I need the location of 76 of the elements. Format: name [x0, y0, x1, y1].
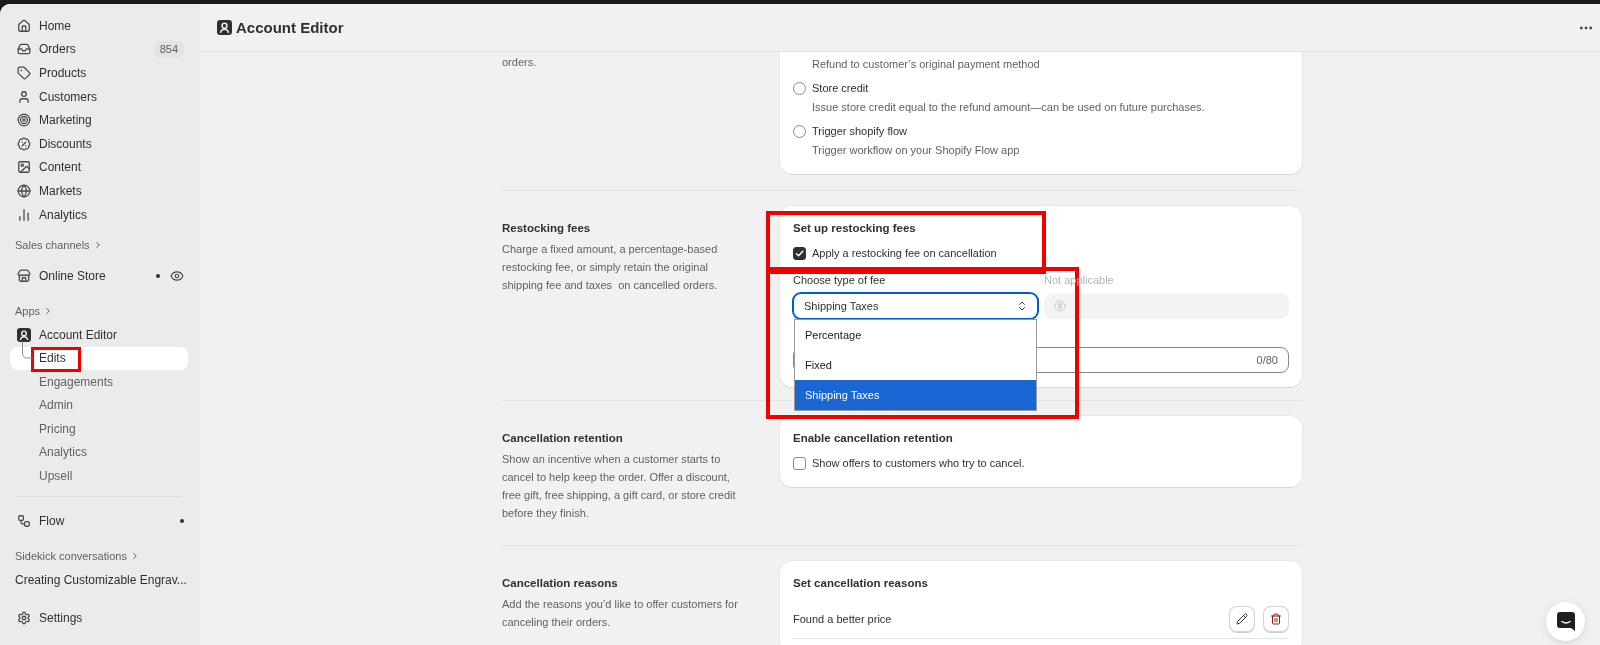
sub-nav-item[interactable]: Admin [39, 393, 73, 418]
section-heading-link[interactable]: Apps [15, 304, 54, 317]
bar-chart-icon [17, 207, 31, 222]
sub-nav-item[interactable]: Analytics [39, 440, 88, 465]
card-heading: Set up restocking fees [793, 221, 916, 236]
card-heading: Set cancellation reasons [793, 576, 928, 591]
card-heading: Enable cancellation retention [793, 431, 953, 446]
checkbox[interactable] [793, 456, 806, 470]
inbox-icon [17, 42, 31, 57]
globe-icon [17, 183, 31, 198]
section-title: Cancellation retention [502, 431, 623, 446]
image-icon [17, 160, 31, 175]
section-description: Show an incentive when a customer starts to cancel to help keep the order. Offer a discount, free gift, free shipping, a gift card, or store credit before they finish. [502, 452, 737, 521]
tree-connector-line [22, 340, 33, 359]
sub-nav-item[interactable]: Pricing [39, 417, 76, 441]
nav-item[interactable]: Flow [17, 509, 65, 534]
nav-item[interactable]: Online Store [17, 264, 106, 288]
section-description: Charge a fixed amount, a percentage-based restocking fee, or simply retain the original shipping fee and taxes on cancelled orders. [502, 242, 719, 293]
trash-icon [1270, 612, 1282, 625]
checkbox[interactable] [793, 246, 806, 260]
store-icon [17, 269, 31, 284]
checkbox-label: Apply a restocking fee on cancellation [812, 247, 997, 259]
tag-icon [17, 66, 31, 80]
target-icon [17, 113, 31, 128]
person-icon [17, 89, 31, 104]
nav-item[interactable]: Home [17, 14, 71, 38]
dropdown-option[interactable]: Shipping Taxes [795, 380, 1036, 410]
option-description: Trigger workflow on your Shopify Flow app [812, 143, 1020, 158]
radio-button[interactable] [793, 124, 806, 138]
fee-type-select[interactable]: Shipping Taxes [793, 293, 1038, 319]
checkbox-label: Show offers to customers who try to cancel. [812, 457, 1025, 469]
section-description: orders. [502, 55, 538, 70]
eye-icon[interactable] [170, 269, 184, 284]
workflow-icon [17, 514, 31, 529]
character-counter: 0/80 [1256, 354, 1278, 366]
app-icon [217, 20, 232, 35]
radio-button[interactable] [793, 81, 806, 95]
sub-nav-item[interactable]: Upsell [39, 464, 73, 488]
app-icon [17, 327, 31, 342]
sub-nav-item[interactable]: Engagements [39, 370, 114, 394]
dollar-icon [1054, 300, 1066, 312]
nav-item[interactable]: Customers [17, 84, 97, 109]
settings-icon [17, 610, 31, 625]
chat-launcher-button[interactable] [1546, 602, 1585, 641]
section-description: Add the reasons you’d like to offer customers for canceling their orders. [502, 597, 739, 630]
percent-badge-icon [17, 136, 31, 151]
chat-icon [1556, 612, 1575, 631]
nav-item[interactable]: Markets [17, 179, 82, 203]
field-label: Choose type of fee [793, 273, 886, 288]
up-down-chevron-icon [1016, 300, 1028, 312]
nav-item[interactable]: Discounts [17, 131, 92, 156]
section-title: Cancellation reasons [502, 576, 618, 591]
nav-item[interactable]: Account Editor [17, 322, 118, 347]
nav-item[interactable]: Analytics [17, 202, 88, 227]
section-title: Restocking fees [502, 221, 591, 236]
count-badge: 854 [153, 40, 184, 58]
sub-nav-item[interactable]: Edits [10, 346, 188, 371]
edit-button[interactable] [1229, 605, 1255, 632]
option-description: Refund to customer’s original payment method [812, 57, 1040, 72]
option-label: Trigger shopify flow [812, 125, 907, 137]
delete-button[interactable] [1263, 605, 1289, 632]
section-heading-link[interactable]: Sidekick conversations [15, 550, 140, 563]
nav-item[interactable]: Marketing [17, 108, 92, 132]
nav-item[interactable]: Settings [17, 605, 83, 630]
pencil-icon [1236, 612, 1248, 625]
check-icon [795, 248, 804, 258]
home-icon [17, 18, 31, 33]
nav-item[interactable]: Products [17, 61, 87, 85]
section-heading-link[interactable]: Sales channels [15, 239, 103, 252]
nav-item[interactable]: Content [17, 155, 82, 180]
conversation-link[interactable]: Creating Customizable Engrav... [15, 572, 187, 587]
reason-text: Found a better price [793, 612, 892, 625]
option-label: Store credit [812, 82, 869, 94]
nav-item[interactable]: Orders [17, 37, 76, 62]
option-description: Issue store credit equal to the refund amount—can be used on future purchases. [812, 100, 1205, 115]
page-title: Account Editor [236, 19, 344, 36]
